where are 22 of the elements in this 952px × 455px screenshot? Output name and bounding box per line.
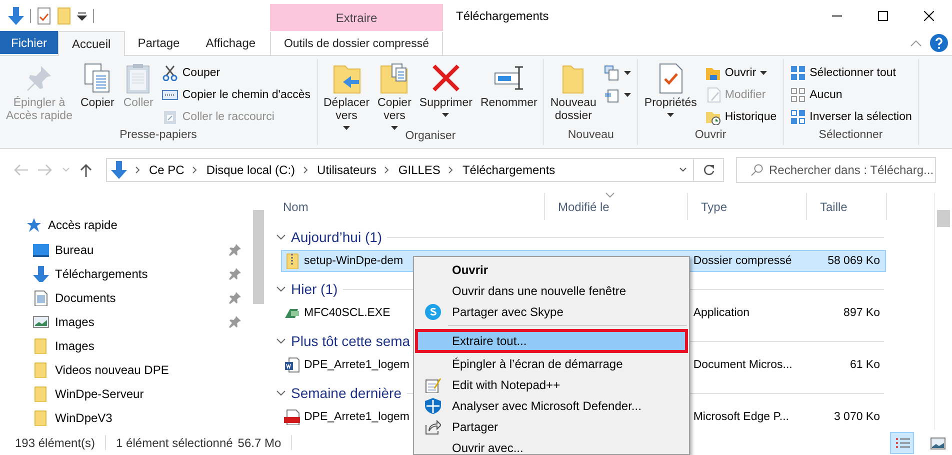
ribbon-group-label: Ouvrir [694, 129, 728, 143]
ribbon-group-label: Presse-papiers [118, 129, 198, 143]
contextual-tab-header: Extraire [270, 4, 443, 31]
file-name: DPE_Arrete1_logem [304, 411, 410, 423]
status-text: 1 élément sélectionné [116, 436, 233, 450]
file-size: 897 Ko [844, 307, 880, 319]
file-type: Application [693, 307, 750, 319]
status-text: 56.7 Mo [238, 436, 282, 450]
file-name: DPE_Arrete1_logem [304, 359, 410, 371]
status-text: 193 élément(s) [15, 436, 96, 450]
file-type: Document Micros... [693, 359, 792, 371]
ribbon-group-label: Nouveau [566, 129, 615, 143]
ribbon-group-label: Sélectionner [818, 129, 884, 143]
file-type: Microsoft Edge P... [693, 411, 789, 423]
file-size: 3 070 Ko [834, 411, 880, 423]
window-title: Téléchargements [455, 8, 549, 22]
file-size: 61 Ko [850, 359, 880, 371]
file-type: Dossier compressé [693, 255, 792, 267]
file-name: setup-WinDpe-dem [304, 255, 404, 267]
ribbon-group-label: Organiser [404, 130, 457, 144]
file-size: 58 069 Ko [828, 255, 880, 267]
file-name: MFC40SCL.EXE [304, 307, 390, 319]
